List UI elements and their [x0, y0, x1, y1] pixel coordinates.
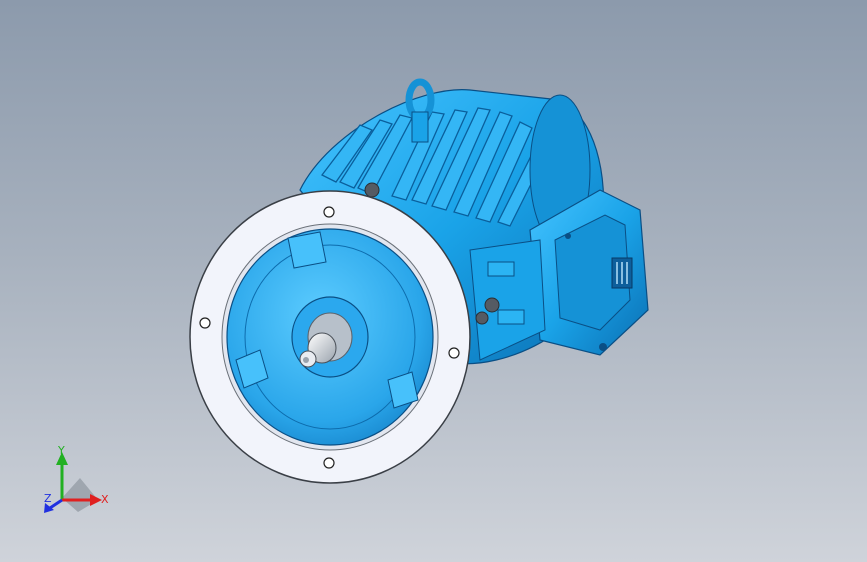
lifting-eye — [405, 78, 435, 143]
graphics-viewport[interactable]: Y X Z — [0, 0, 867, 562]
triad-y-label: Y — [57, 444, 65, 457]
triad-z-label: Z — [44, 492, 52, 505]
motor-model-view[interactable]: Y X Z — [0, 0, 867, 562]
coordinate-triad: Y X Z — [44, 444, 109, 513]
triad-z-axis — [49, 498, 63, 510]
triad-x-label: X — [101, 493, 109, 506]
